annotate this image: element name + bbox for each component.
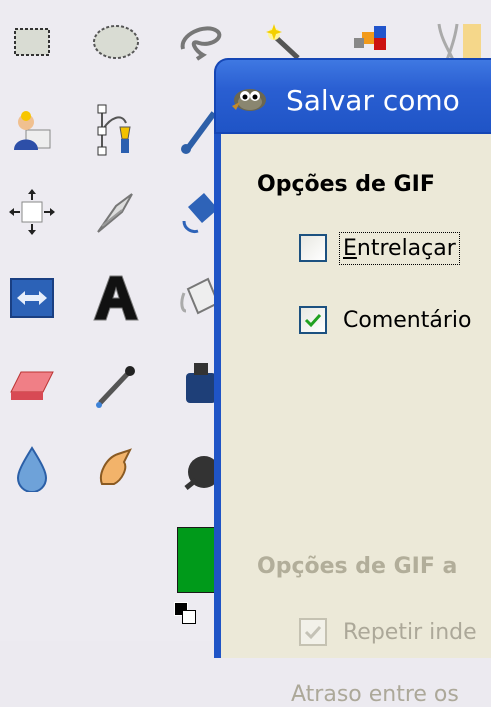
dialog-title: Salvar como (286, 84, 460, 117)
flip-icon[interactable] (4, 270, 60, 326)
loop-forever-option: Repetir inde (299, 612, 477, 652)
eraser-icon[interactable] (4, 356, 60, 412)
checkmark-icon (304, 313, 322, 328)
save-as-dialog: Salvar como Opções de GIF Entrelaçar Com… (214, 58, 491, 707)
gif-options-heading: Opções de GIF (257, 172, 435, 197)
comment-label: Comentário (343, 307, 472, 333)
gif-animation-options-heading: Opções de GIF a (257, 554, 458, 579)
dialog-titlebar[interactable]: Salvar como (214, 58, 491, 134)
checkmark-icon (304, 625, 322, 640)
paths-icon[interactable] (88, 102, 144, 158)
foreground-select-icon[interactable] (4, 102, 60, 158)
crop-icon[interactable] (88, 184, 144, 240)
comment-option[interactable]: Comentário (299, 300, 471, 340)
smudge-icon[interactable] (88, 440, 144, 496)
comment-checkbox[interactable] (299, 306, 327, 334)
interlace-option[interactable]: Entrelaçar (299, 228, 460, 268)
airbrush-icon[interactable] (88, 356, 144, 412)
move-icon[interactable] (4, 184, 60, 240)
dialog-body: Opções de GIF Entrelaçar Comentário Opçõ… (214, 134, 491, 707)
gimp-logo-icon (232, 89, 266, 111)
interlace-label[interactable]: Entrelaçar (339, 231, 460, 265)
loop-forever-checkbox (299, 618, 327, 646)
blur-icon[interactable] (4, 440, 60, 496)
ellipse-select-icon[interactable] (88, 14, 144, 70)
rect-select-icon[interactable] (4, 14, 60, 70)
default-bg-icon (182, 610, 196, 624)
interlace-checkbox[interactable] (299, 234, 327, 262)
default-colors-icon[interactable] (174, 602, 198, 626)
frame-delay-label: Atraso entre os (291, 682, 459, 707)
text-icon[interactable] (88, 270, 144, 326)
